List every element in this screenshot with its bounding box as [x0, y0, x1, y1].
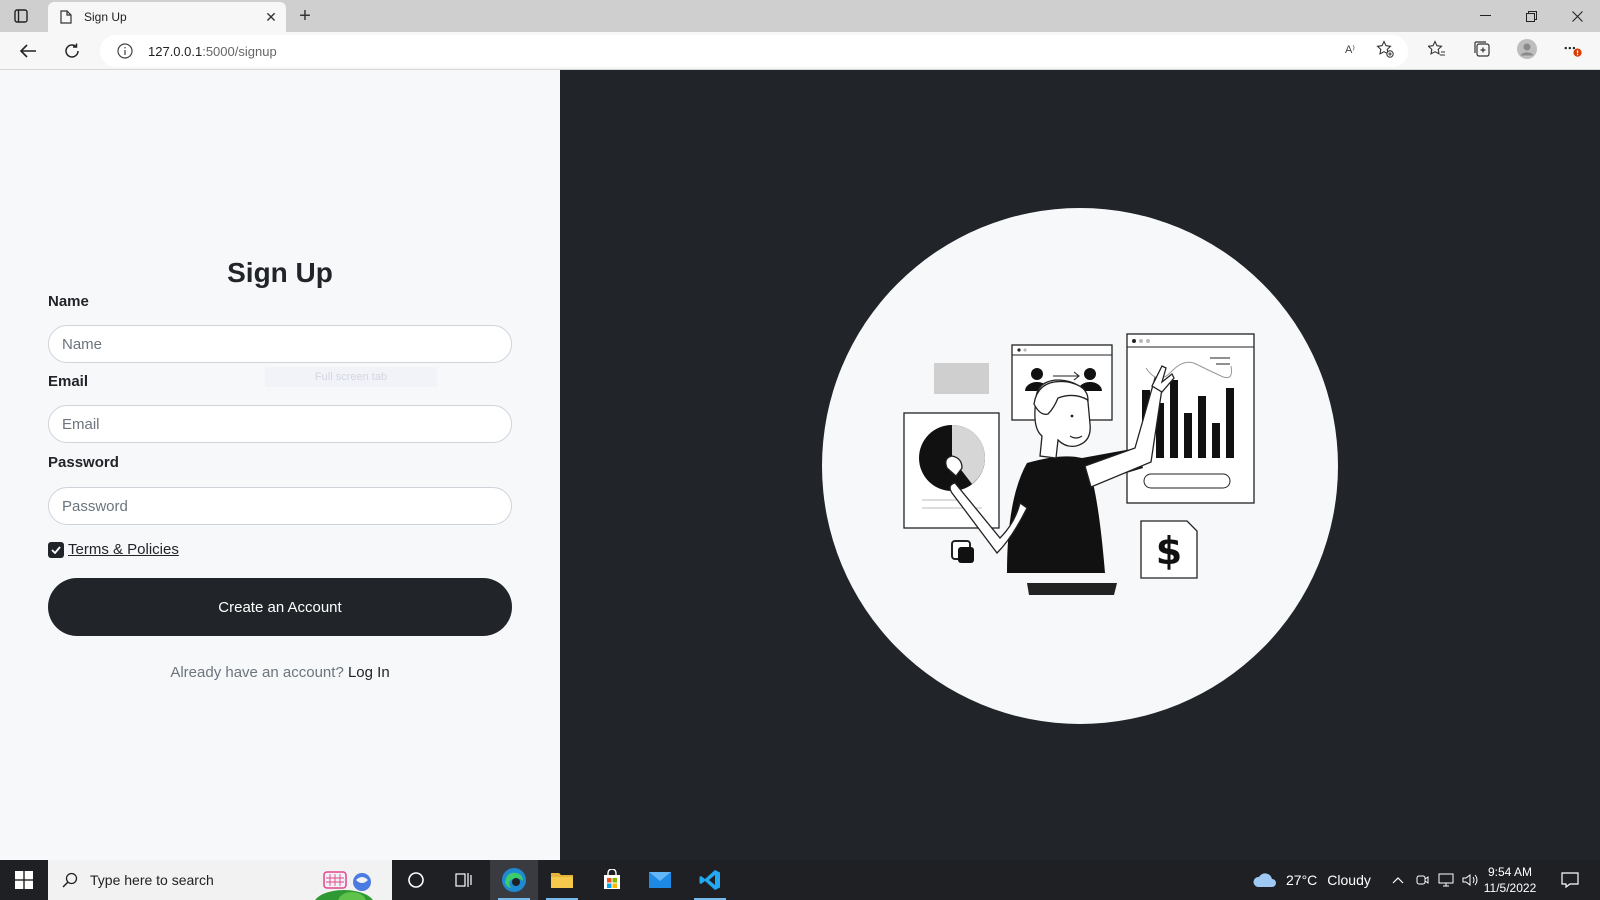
- clock-time: 9:54 AM: [1487, 865, 1533, 879]
- terms-checkbox[interactable]: [48, 541, 64, 558]
- volume-icon[interactable]: [1460, 870, 1480, 890]
- tab-actions-icon[interactable]: [12, 7, 30, 25]
- name-input[interactable]: [48, 325, 512, 363]
- browser-tab[interactable]: Sign Up ✕: [48, 2, 286, 32]
- cloud-icon: [1253, 873, 1276, 887]
- add-favorite-icon[interactable]: [1375, 39, 1395, 59]
- analytics-presenter-illustration: $: [903, 333, 1255, 595]
- refresh-icon[interactable]: [58, 38, 86, 64]
- login-link[interactable]: Log In: [348, 664, 390, 681]
- minimize-button[interactable]: [1462, 4, 1508, 28]
- file-explorer-icon[interactable]: [538, 860, 586, 900]
- tab-title: Sign Up: [84, 10, 127, 24]
- network-icon[interactable]: [1436, 870, 1456, 890]
- illustration-circle: $: [822, 208, 1338, 724]
- browser-tab-bar: Sign Up ✕ +: [0, 0, 1600, 32]
- start-icon[interactable]: [0, 860, 48, 900]
- edge-taskbar-icon[interactable]: [490, 860, 538, 900]
- page-icon: [58, 9, 74, 25]
- task-view-icon[interactable]: [440, 860, 488, 900]
- mail-icon[interactable]: [636, 860, 684, 900]
- favorites-icon[interactable]: [1427, 39, 1447, 59]
- meet-now-icon[interactable]: [1412, 870, 1432, 890]
- search-placeholder: Type here to search: [90, 872, 214, 888]
- vscode-icon[interactable]: [686, 860, 734, 900]
- taskbar-search-box[interactable]: Type here to search: [48, 860, 392, 900]
- collections-icon[interactable]: [1472, 39, 1492, 59]
- email-label: Email: [48, 373, 89, 390]
- illustration-panel: $: [560, 70, 1600, 860]
- create-account-button[interactable]: Create an Account: [48, 578, 512, 636]
- url-text[interactable]: 127.0.0.1:5000/signup: [148, 44, 277, 59]
- read-aloud-icon[interactable]: A⁾: [1340, 39, 1360, 59]
- url-path: :5000/signup: [202, 43, 277, 59]
- clock-date: 11/5/2022: [1483, 881, 1537, 895]
- page-content: Sign Up Name Full screen tab Email Passw…: [0, 70, 1600, 860]
- close-window-button[interactable]: [1554, 4, 1600, 28]
- store-icon[interactable]: [588, 860, 636, 900]
- settings-more-icon[interactable]: [1563, 39, 1583, 59]
- weather-condition: Cloudy: [1327, 872, 1371, 888]
- dollar-symbol: $: [1156, 529, 1182, 573]
- weather-temp: 27°C: [1286, 872, 1318, 888]
- system-clock[interactable]: 9:54 AM 11/5/2022: [1480, 864, 1540, 896]
- windows-taskbar: Type here to search 27°C Cloudy 9:54 AM …: [0, 860, 1600, 900]
- ghost-tooltip: Full screen tab: [265, 367, 437, 387]
- url-host: 127.0.0.1: [148, 43, 203, 59]
- address-bar[interactable]: 127.0.0.1:5000/signup: [100, 35, 1408, 67]
- login-prompt: Already have an account? Log In: [0, 664, 560, 681]
- close-tab-icon[interactable]: ✕: [260, 6, 282, 28]
- name-label: Name: [48, 293, 89, 310]
- profile-avatar-icon[interactable]: [1517, 39, 1537, 59]
- new-tab-button[interactable]: +: [294, 5, 316, 27]
- weather-widget[interactable]: 27°C Cloudy: [1252, 860, 1371, 900]
- signup-form-panel: Sign Up Name Full screen tab Email Passw…: [0, 70, 560, 860]
- password-input[interactable]: [48, 487, 512, 525]
- browser-toolbar: 127.0.0.1:5000/signup A⁾: [0, 32, 1600, 70]
- terms-row: Terms & Policies: [48, 541, 179, 558]
- search-highlight-icon: [315, 871, 373, 900]
- cortana-icon[interactable]: [392, 860, 440, 900]
- form-title: Sign Up: [227, 257, 333, 288]
- back-icon[interactable]: [14, 38, 42, 64]
- password-label: Password: [48, 454, 119, 471]
- notifications-icon[interactable]: [1560, 870, 1580, 890]
- email-input[interactable]: [48, 405, 512, 443]
- restore-button[interactable]: [1508, 4, 1554, 28]
- login-prompt-text: Already have an account?: [170, 664, 344, 681]
- search-icon: [62, 872, 78, 888]
- chevron-up-icon[interactable]: [1388, 870, 1408, 890]
- site-info-icon[interactable]: [116, 42, 134, 60]
- terms-link[interactable]: Terms & Policies: [68, 541, 179, 558]
